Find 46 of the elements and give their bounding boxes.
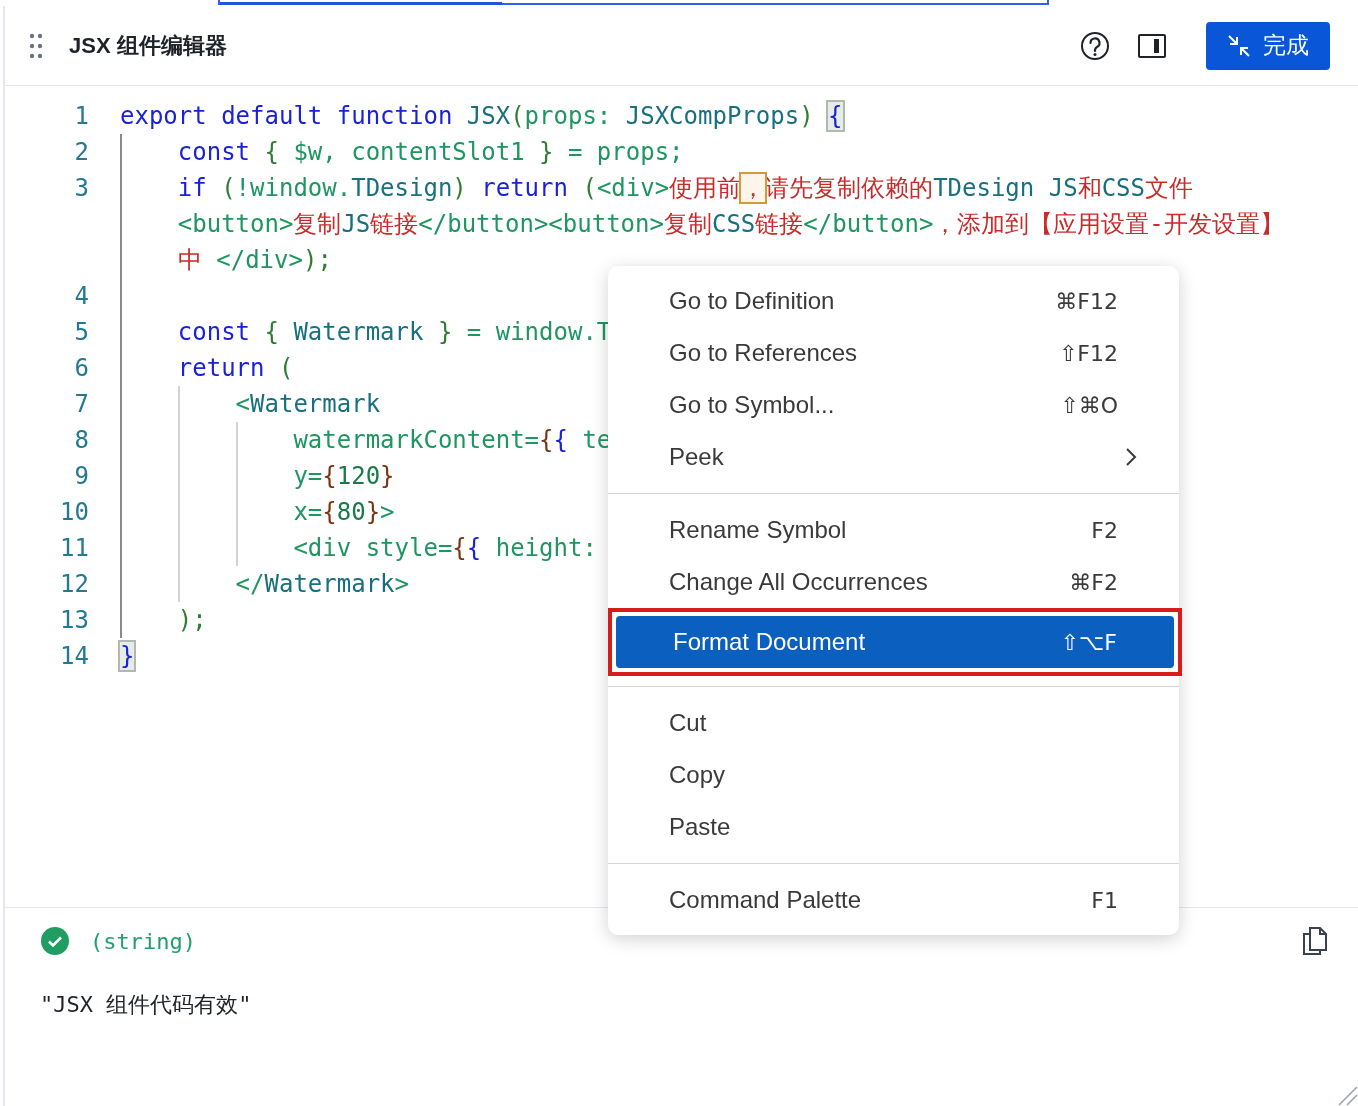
- code-line: const { $w, contentSlot1 } = props;: [176, 138, 684, 166]
- line-number: 5: [73, 317, 89, 348]
- code-line: x={80}>: [292, 498, 395, 526]
- line-number: 7: [73, 389, 89, 420]
- code-line: export default function JSX(props: JSXCompProps) {: [120, 102, 843, 130]
- line-number: 14: [59, 641, 89, 672]
- panel-title: JSX 组件编辑器: [69, 31, 227, 60]
- chevron-right-icon: [1124, 447, 1138, 467]
- menu-item[interactable]: Change All Occurrences ⌘F2: [608, 556, 1179, 608]
- menu-item[interactable]: Go to Symbol... ⇧⌘O: [608, 379, 1179, 431]
- menu-item[interactable]: Paste: [608, 801, 1179, 853]
- line-number: 11: [59, 533, 89, 564]
- menu-item[interactable]: Copy: [608, 749, 1179, 801]
- result-type: (string): [90, 928, 196, 954]
- help-icon[interactable]: [1080, 30, 1110, 61]
- line-number: 9: [73, 461, 89, 492]
- line-number: 12: [59, 569, 89, 600]
- code-line: if (!window.TDesign) return (<div>使用前，请先复制依赖的TDesign JS和CSS文件: [176, 174, 1193, 202]
- line-number: 6: [73, 353, 89, 384]
- code-line: <div style={{ height:: [292, 534, 597, 562]
- menu-item[interactable]: Command Palette F1: [608, 874, 1179, 926]
- code-line: </Watermark>: [234, 570, 409, 598]
- line-number: 2: [73, 137, 89, 168]
- code-line: 中 </div>);: [176, 246, 332, 274]
- collapse-icon: [1227, 33, 1251, 58]
- line-number: 1: [73, 101, 89, 132]
- result-value: "JSX 组件代码有效": [40, 991, 253, 1019]
- line-number: 8: [73, 425, 89, 456]
- menu-item[interactable]: Peek: [608, 431, 1179, 483]
- code-line: <button>复制JS链接</button><button>复制CSS链接</button>，添加到【应用设置-开发设置】: [176, 210, 1284, 238]
- code-line: <Watermark: [234, 390, 381, 418]
- line-number: 10: [59, 497, 89, 528]
- code-line: y={120}: [292, 462, 395, 490]
- side-panel-icon[interactable]: [1138, 33, 1166, 58]
- drag-handle-icon[interactable]: [29, 32, 43, 59]
- line-number: 13: [59, 605, 89, 636]
- copy-icon[interactable]: [1302, 926, 1328, 956]
- line-number: 3: [73, 173, 89, 204]
- code-line: );: [176, 606, 207, 634]
- menu-item[interactable]: Cut: [608, 697, 1179, 749]
- code-line: return (: [176, 354, 294, 382]
- menu-item[interactable]: Format Document ⇧⌥F: [616, 616, 1174, 668]
- line-number: 4: [73, 281, 89, 312]
- resize-handle[interactable]: [1336, 1084, 1358, 1106]
- done-button[interactable]: 完成: [1206, 21, 1330, 70]
- menu-item[interactable]: Rename Symbol F2: [608, 504, 1179, 556]
